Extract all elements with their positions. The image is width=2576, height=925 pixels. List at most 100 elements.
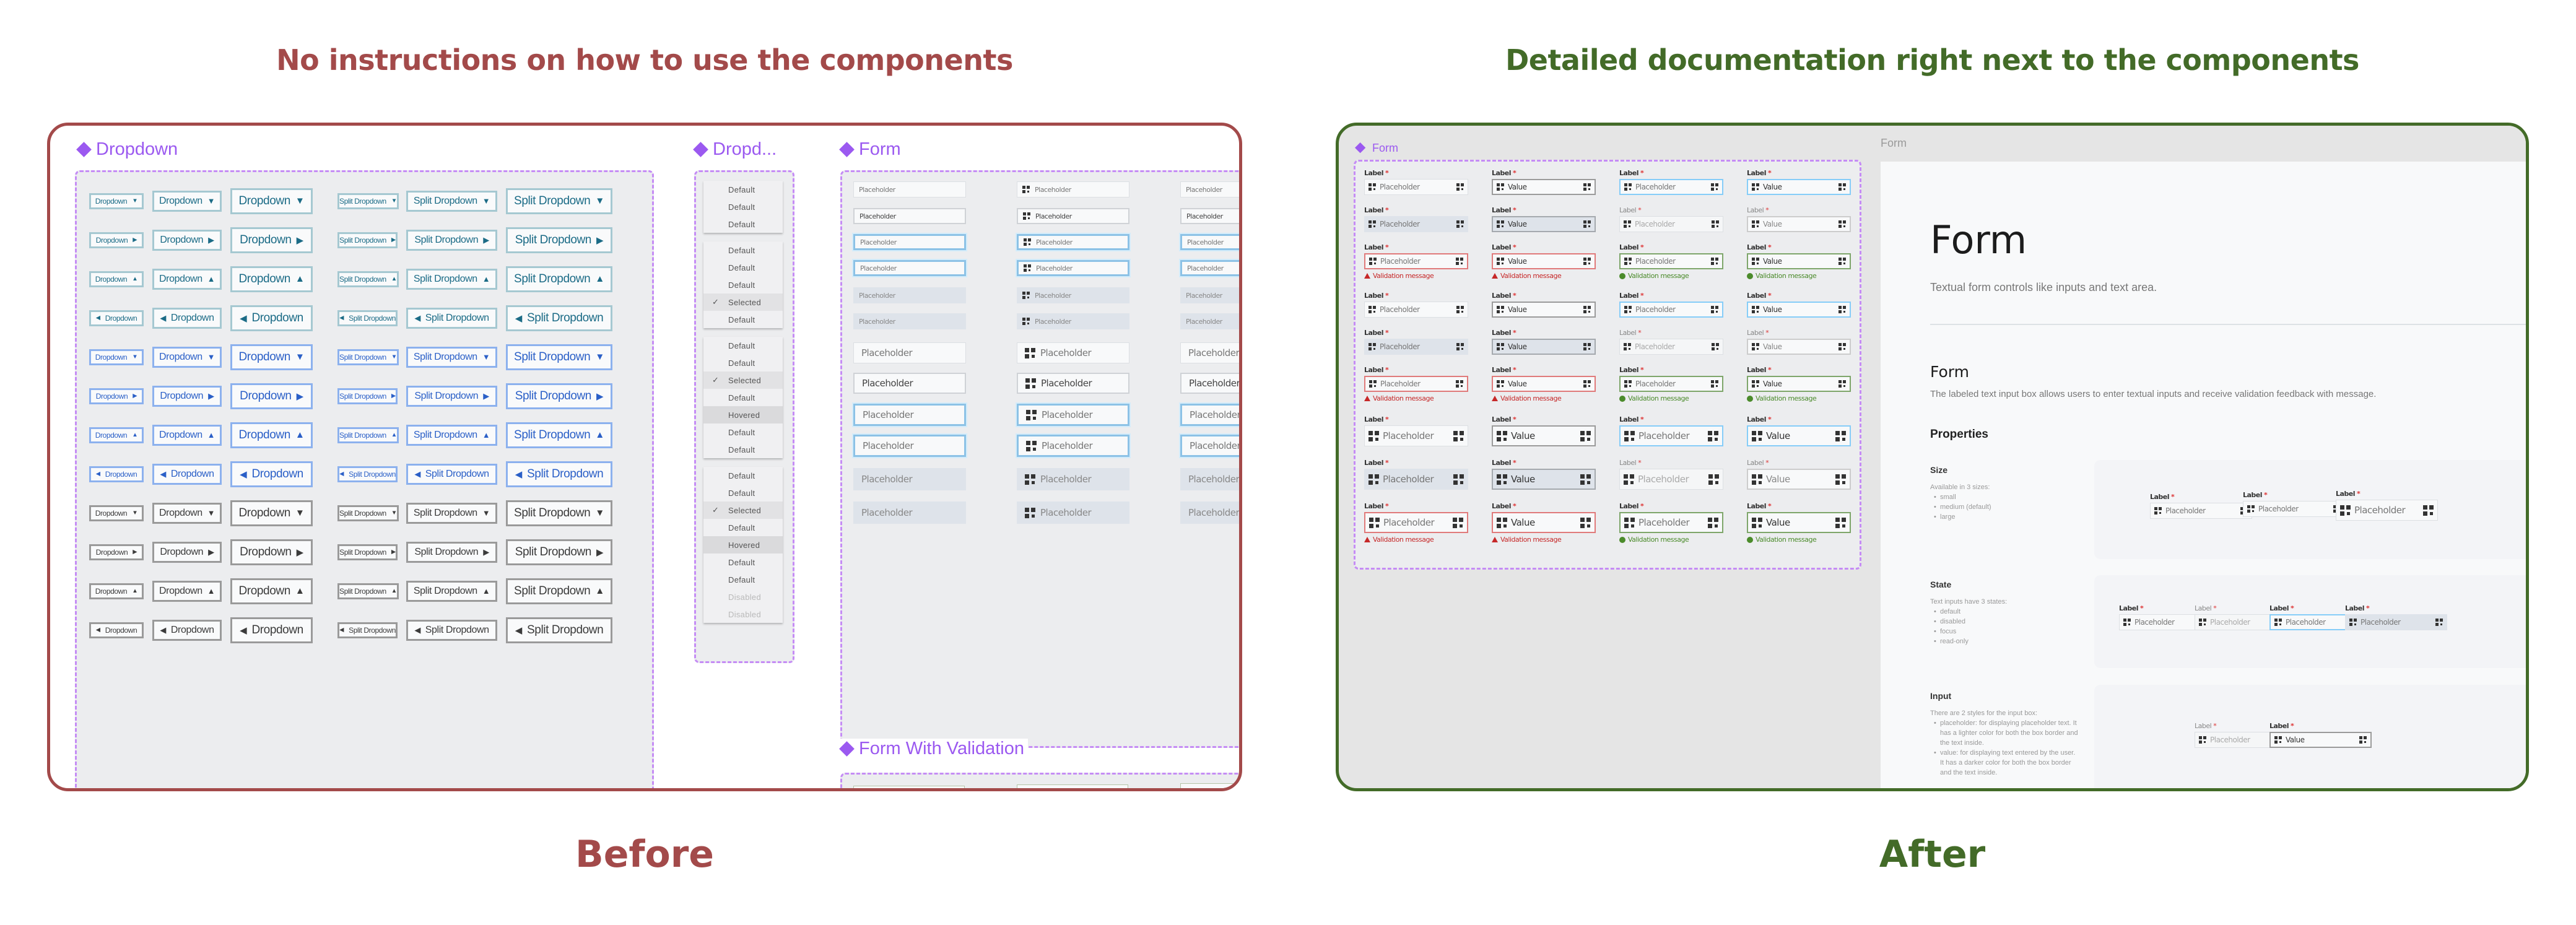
split-dropdown-button[interactable]: ◀ Split Dropdown — [506, 617, 612, 643]
text-input[interactable]: Placeholder — [1017, 342, 1129, 363]
dropdown-button[interactable]: Dropdown ▲ — [152, 580, 222, 602]
menu-item[interactable]: Default — [703, 337, 783, 354]
text-input[interactable]: Value — [1747, 512, 1851, 533]
text-input[interactable]: Placeholder — [1364, 376, 1468, 392]
menu-item[interactable]: Hovered — [703, 536, 783, 554]
split-dropdown-button[interactable]: Split Dropdown ▼ — [406, 346, 497, 368]
text-input[interactable]: Placeholder — [1180, 181, 1239, 198]
text-input[interactable]: Placeholder — [1017, 404, 1129, 426]
text-input[interactable]: Value — [1492, 512, 1596, 533]
text-input[interactable]: Placeholder — [1180, 342, 1239, 363]
dropdown-button[interactable]: Dropdown ▲ — [152, 268, 222, 290]
menu-item[interactable]: Default — [703, 554, 783, 571]
text-input[interactable]: Placeholder — [1180, 404, 1239, 426]
split-dropdown-button[interactable]: Split Dropdown ▲ — [406, 424, 497, 446]
dropdown-button[interactable]: Dropdown ▼ — [230, 500, 313, 526]
split-dropdown-button[interactable]: Split Dropdown ▶ — [406, 541, 497, 563]
text-input[interactable]: Value — [1492, 302, 1596, 318]
text-input[interactable]: Placeholder — [853, 342, 966, 363]
dropdown-button[interactable]: Dropdown ▲ — [89, 427, 144, 443]
validation-input[interactable] — [1180, 783, 1239, 788]
text-input[interactable]: Placeholder — [853, 208, 966, 224]
text-input[interactable]: Value — [1492, 179, 1596, 195]
menu-item[interactable]: Default — [703, 519, 783, 536]
text-input[interactable]: Value — [1747, 376, 1851, 392]
text-input[interactable]: Placeholder — [1180, 208, 1239, 224]
split-dropdown-button[interactable]: Split Dropdown ▼ — [406, 190, 497, 212]
text-input[interactable]: Placeholder — [853, 181, 966, 198]
validation-input[interactable] — [1017, 784, 1128, 788]
text-input[interactable]: Placeholder — [2336, 500, 2438, 521]
text-input[interactable]: Placeholder — [1017, 208, 1129, 224]
split-dropdown-button[interactable]: ◀ Split Dropdown — [337, 310, 398, 326]
split-dropdown-button[interactable]: ◀ Split Dropdown — [506, 305, 612, 331]
text-input[interactable]: Placeholder — [1619, 376, 1723, 392]
text-input[interactable]: Placeholder — [2150, 503, 2252, 519]
menu-item[interactable]: Default — [703, 276, 783, 293]
dropdown-button[interactable]: Dropdown ▶ — [89, 544, 144, 560]
dropdown-button[interactable]: ◀ Dropdown — [230, 305, 313, 331]
split-dropdown-button[interactable]: Split Dropdown ▶ — [406, 385, 497, 407]
breadcrumb[interactable]: Form — [1881, 137, 1907, 150]
text-input[interactable]: Placeholder — [1364, 253, 1468, 269]
text-input[interactable]: Placeholder — [1364, 179, 1468, 195]
dropdown-button[interactable]: ◀ Dropdown — [89, 622, 144, 638]
dropdown-button[interactable]: Dropdown ▶ — [89, 388, 144, 404]
menu-item[interactable]: ✓ Selected — [703, 371, 783, 389]
menu-item[interactable]: ✓ Selected — [703, 293, 783, 311]
dropdown-button[interactable]: ◀ Dropdown — [230, 461, 313, 487]
text-input[interactable]: Placeholder — [1619, 179, 1723, 195]
validation-input[interactable] — [853, 786, 965, 788]
text-input[interactable]: Value — [1492, 253, 1596, 269]
dropdown-frame-title[interactable]: Dropdown — [76, 139, 178, 160]
split-dropdown-button[interactable]: Split Dropdown ▶ — [337, 232, 398, 248]
text-input[interactable]: Placeholder — [1364, 512, 1468, 533]
text-input[interactable]: Placeholder — [1619, 253, 1723, 269]
text-input[interactable]: Value — [1492, 425, 1596, 446]
text-input[interactable]: Value — [1747, 253, 1851, 269]
split-dropdown-button[interactable]: Split Dropdown ▲ — [337, 583, 399, 599]
split-dropdown-button[interactable]: Split Dropdown ▲ — [506, 266, 612, 292]
text-input[interactable]: Placeholder — [1180, 234, 1239, 250]
text-input[interactable]: Placeholder — [853, 404, 966, 426]
split-dropdown-button[interactable]: Split Dropdown ▶ — [506, 227, 612, 253]
split-dropdown-button[interactable]: Split Dropdown ▼ — [337, 193, 399, 209]
menu-item[interactable]: Default — [703, 198, 783, 215]
dropdown-button[interactable]: ◀ Dropdown — [230, 617, 313, 643]
menu-item[interactable]: Default — [703, 241, 783, 259]
menu-item[interactable]: Default — [703, 389, 783, 406]
dropdown-button[interactable]: Dropdown ▶ — [152, 385, 222, 407]
split-dropdown-button[interactable]: ◀ Split Dropdown — [337, 622, 398, 638]
form-validation-frame-title[interactable]: Form With Validation — [839, 739, 1028, 759]
split-dropdown-button[interactable]: Split Dropdown ▶ — [337, 544, 398, 560]
split-dropdown-button[interactable]: ◀ Split Dropdown — [406, 463, 497, 485]
text-input[interactable]: Placeholder — [853, 373, 966, 394]
split-dropdown-button[interactable]: Split Dropdown ▼ — [337, 349, 399, 365]
text-input[interactable]: Value — [1747, 302, 1851, 318]
menu-item[interactable]: ✓ Selected — [703, 502, 783, 519]
text-input[interactable]: Placeholder — [1017, 373, 1129, 394]
split-dropdown-button[interactable]: ◀ Split Dropdown — [506, 461, 612, 487]
menu-item[interactable]: Default — [703, 259, 783, 276]
text-input[interactable]: Placeholder — [1619, 512, 1723, 533]
text-input[interactable]: Value — [1747, 425, 1851, 446]
split-dropdown-button[interactable]: Split Dropdown ▼ — [406, 502, 497, 524]
split-dropdown-button[interactable]: Split Dropdown ▼ — [506, 500, 612, 526]
split-dropdown-button[interactable]: Split Dropdown ▶ — [406, 229, 497, 251]
split-dropdown-button[interactable]: Split Dropdown ▲ — [506, 578, 612, 604]
split-dropdown-button[interactable]: Split Dropdown ▶ — [337, 388, 398, 404]
split-dropdown-button[interactable]: Split Dropdown ▶ — [506, 539, 612, 565]
text-input[interactable]: Value — [1492, 376, 1596, 392]
dropdown-button[interactable]: ◀ Dropdown — [152, 619, 222, 641]
menu-item[interactable]: Default — [703, 423, 783, 441]
menu-item[interactable]: Default — [703, 441, 783, 458]
text-input[interactable]: Placeholder — [1619, 302, 1723, 318]
menu-item[interactable]: Default — [703, 571, 783, 588]
dropdown-menu-frame-title[interactable]: Dropd... — [693, 139, 777, 160]
dropdown-button[interactable]: Dropdown ▲ — [89, 583, 144, 599]
dropdown-button[interactable]: Dropdown ▲ — [230, 422, 313, 448]
dropdown-button[interactable]: Dropdown ▶ — [230, 383, 313, 409]
dropdown-button[interactable]: ◀ Dropdown — [89, 310, 144, 326]
form-frame-title[interactable]: Form — [1354, 141, 1398, 155]
split-dropdown-button[interactable]: Split Dropdown ▼ — [506, 188, 612, 214]
